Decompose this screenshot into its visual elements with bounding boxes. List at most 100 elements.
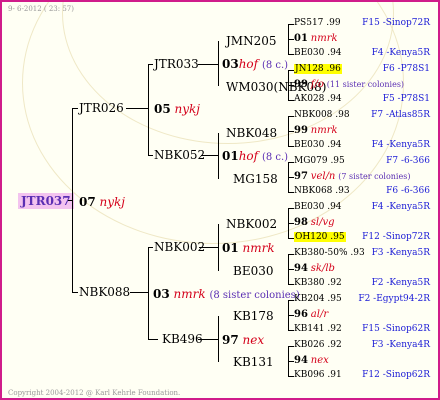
gen3-a[interactable]: JMN205 xyxy=(226,35,277,47)
gen3-connector xyxy=(218,316,219,362)
gen4-ancestor-name[interactable]: BE030 .94 xyxy=(294,48,342,58)
gen3-link xyxy=(198,339,218,340)
gen4-breeder: nex xyxy=(310,355,329,366)
gen4-connector xyxy=(288,301,289,331)
gen4-colony-info: 98 sl/vg xyxy=(294,218,335,228)
gen3-link xyxy=(199,247,218,248)
gen3-g-breeder: nex xyxy=(242,333,265,347)
gen3-link xyxy=(198,64,218,65)
gen2-stub xyxy=(148,339,158,340)
gen2-dam-breeder: nmrk xyxy=(173,287,206,301)
root-colony-info: 07 nykj xyxy=(79,196,125,208)
gen4-ancestor-name[interactable]: NBK068 .93 xyxy=(294,186,350,196)
gen4-ancestor-name[interactable]: PS517 .99 xyxy=(294,18,341,28)
gen4-breeder: sk/lb xyxy=(310,263,335,274)
gen4-colony-info: 01 nmrk xyxy=(294,34,338,44)
gen4-location: F12 -Sinop62R xyxy=(362,370,430,380)
gen2-dam-info: 03 nmrk (8 sister colonies) xyxy=(153,288,300,301)
gen4-ancestor-name[interactable]: KB026 .92 xyxy=(294,340,342,350)
gen3-a-breeder: hof xyxy=(238,57,259,71)
gen4-ancestor[interactable]: MG079 .95 xyxy=(294,157,345,166)
gen4-year: 99 xyxy=(294,79,308,90)
gen4-ancestor[interactable]: KB026 .92 xyxy=(294,341,342,350)
dam-name[interactable]: NBK088 xyxy=(79,286,130,298)
gen4-colony-info: 96 al/r xyxy=(294,310,328,320)
gen4-location: F15 -Sinop72R xyxy=(362,18,430,28)
gen2-sire-year: 05 xyxy=(154,102,171,116)
gen4-ancestor-name[interactable]: JN128 .96 xyxy=(294,64,342,74)
sire-name[interactable]: JTR026 xyxy=(79,102,124,114)
gen4-colony-info: 99 nmrk xyxy=(294,126,338,136)
gen4-ancestor-name[interactable]: KB204 .95 xyxy=(294,294,342,304)
gen3-c-note: (8 c.) xyxy=(261,152,289,163)
gen2-lower-connector xyxy=(148,247,149,340)
gen3-e-breeder: nmrk xyxy=(242,241,275,255)
gen4-connector xyxy=(288,347,289,377)
gen4-ancestor[interactable]: KB380 .92 xyxy=(294,279,342,288)
gen4-ancestor-name[interactable]: BE030 .94 xyxy=(294,140,342,150)
gen4-ancestor[interactable]: JN128 .96 xyxy=(294,64,342,74)
gen4-ancestor[interactable]: BE030 .94 xyxy=(294,203,342,212)
gen4-location: F4 -Kenya5R xyxy=(371,48,430,58)
gen4-ancestor-name[interactable]: KB380-50% .93 xyxy=(294,248,365,258)
gen4-ancestor[interactable]: KB096 .91 xyxy=(294,371,342,380)
gen4-ancestor[interactable]: KB141 .92 xyxy=(294,325,342,334)
gen4-year: 99 xyxy=(294,125,308,136)
gen4-ancestor-name[interactable]: KB141 .92 xyxy=(294,324,342,334)
gen4-ancestor[interactable]: OH120 .95 xyxy=(294,232,346,242)
root-breeder: nykj xyxy=(99,195,126,209)
root-colony-name[interactable]: JTR037 xyxy=(18,193,74,209)
gen3-e-info: 01 nmrk xyxy=(222,242,275,254)
root-stub xyxy=(68,200,72,201)
gen3-c[interactable]: NBK048 xyxy=(226,127,277,139)
gen4-ancestor[interactable]: BE030 .94 xyxy=(294,49,342,58)
gen4-ancestor-name[interactable]: MG079 .95 xyxy=(294,156,345,166)
gen4-year: 94 xyxy=(294,355,308,366)
gen4-ancestor[interactable]: BE030 .94 xyxy=(294,141,342,150)
gen1-dam-stub xyxy=(72,292,78,293)
gen2-sire-dam[interactable]: NBK052 xyxy=(154,149,205,161)
gen4-location: F4 -Kenya5R xyxy=(371,140,430,150)
gen3-g[interactable]: KB178 xyxy=(233,310,274,322)
gen4-breeder: nmrk xyxy=(310,125,338,136)
gen4-location: F7 -6-366 xyxy=(386,156,430,166)
gen4-breeder: vel/n xyxy=(310,171,336,182)
gen3-connector xyxy=(218,41,219,86)
gen4-location: F6 -6-366 xyxy=(386,186,430,196)
gen4-breeder: al/r xyxy=(310,309,329,320)
gen2-dam-sire[interactable]: NBK002 xyxy=(154,241,205,253)
gen4-location: F15 -Sinop62R xyxy=(362,324,430,334)
gen3-h[interactable]: KB131 xyxy=(233,356,274,368)
gen3-connector xyxy=(218,133,219,179)
gen4-ancestor-name[interactable]: KB096 .91 xyxy=(294,370,342,380)
gen4-ancestor-name[interactable]: BE030 .94 xyxy=(294,202,342,212)
gen3-f[interactable]: BE030 xyxy=(233,265,273,277)
gen3-g-info: 97 nex xyxy=(222,334,264,346)
gen4-ancestor-name[interactable]: KB380 .92 xyxy=(294,278,342,288)
gen2-sire-sire[interactable]: JTR033 xyxy=(154,58,199,70)
gen4-ancestor[interactable]: NBK068 .93 xyxy=(294,187,350,196)
date-stamp: 9- 6-2012 ( 23: 57) xyxy=(8,5,74,13)
gen4-ancestor-name[interactable]: AK028 .94 xyxy=(294,94,342,104)
gen4-ancestor[interactable]: KB380-50% .93 xyxy=(294,249,365,258)
gen4-ancestor-name[interactable]: NBK008 .98 xyxy=(294,110,350,120)
gen2-dam-dam[interactable]: KB496 xyxy=(162,333,203,345)
gen4-location: F5 -P78S1 xyxy=(382,94,430,104)
gen4-breeder: f/o xyxy=(310,79,324,90)
gen3-e[interactable]: NBK002 xyxy=(226,218,277,230)
gen2-stub xyxy=(148,155,153,156)
gen4-ancestor[interactable]: AK028 .94 xyxy=(294,95,342,104)
gen2-dam-note: (8 sister colonies) xyxy=(209,290,300,301)
gen4-ancestor[interactable]: KB204 .95 xyxy=(294,295,342,304)
gen4-colony-info: 94 sk/lb xyxy=(294,264,335,274)
gen4-ancestor[interactable]: PS517 .99 xyxy=(294,19,341,28)
gen4-location: F2 -Kenya5R xyxy=(371,278,430,288)
gen3-a-note: (8 c.) xyxy=(261,60,289,71)
gen4-ancestor[interactable]: NBK008 .98 xyxy=(294,111,350,120)
gen4-location: F7 -Atlas85R xyxy=(371,110,430,120)
gen4-connector xyxy=(288,209,289,239)
gen3-a-year: 03 xyxy=(222,57,239,71)
gen1-connector xyxy=(72,108,73,293)
gen4-ancestor-name[interactable]: OH120 .95 xyxy=(294,232,346,242)
gen3-d[interactable]: MG158 xyxy=(233,173,278,185)
